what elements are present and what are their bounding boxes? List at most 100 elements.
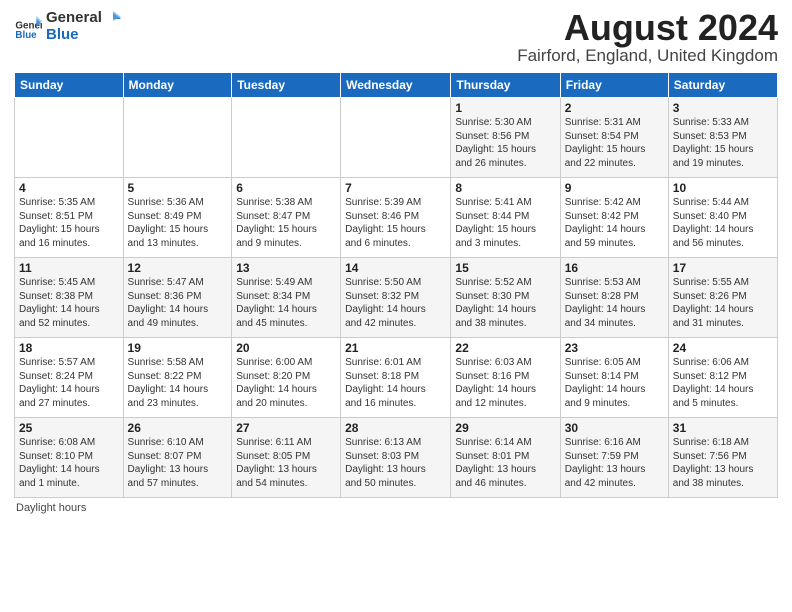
calendar-cell: 6Sunrise: 5:38 AM Sunset: 8:47 PM Daylig… [232, 178, 341, 258]
col-friday: Friday [560, 73, 668, 98]
day-info: Sunrise: 6:11 AM Sunset: 8:05 PM Dayligh… [236, 436, 336, 490]
calendar-body: 1Sunrise: 5:30 AM Sunset: 8:56 PM Daylig… [15, 98, 778, 498]
day-info: Sunrise: 6:18 AM Sunset: 7:56 PM Dayligh… [673, 436, 773, 490]
day-number: 13 [236, 261, 336, 275]
logo-icon: General Blue [14, 13, 42, 41]
calendar-cell: 23Sunrise: 6:05 AM Sunset: 8:14 PM Dayli… [560, 338, 668, 418]
day-number: 19 [128, 341, 228, 355]
logo-blue: Blue [46, 27, 121, 44]
calendar-week-row: 4Sunrise: 5:35 AM Sunset: 8:51 PM Daylig… [15, 178, 778, 258]
day-number: 2 [565, 101, 664, 115]
calendar-cell: 2Sunrise: 5:31 AM Sunset: 8:54 PM Daylig… [560, 98, 668, 178]
calendar-cell: 14Sunrise: 5:50 AM Sunset: 8:32 PM Dayli… [341, 258, 451, 338]
day-info: Sunrise: 5:52 AM Sunset: 8:30 PM Dayligh… [455, 276, 555, 330]
day-number: 30 [565, 421, 664, 435]
calendar-cell: 22Sunrise: 6:03 AM Sunset: 8:16 PM Dayli… [451, 338, 560, 418]
calendar-cell: 27Sunrise: 6:11 AM Sunset: 8:05 PM Dayli… [232, 418, 341, 498]
calendar-cell: 24Sunrise: 6:06 AM Sunset: 8:12 PM Dayli… [668, 338, 777, 418]
svg-text:Blue: Blue [15, 30, 37, 41]
day-info: Sunrise: 5:53 AM Sunset: 8:28 PM Dayligh… [565, 276, 664, 330]
day-info: Sunrise: 5:44 AM Sunset: 8:40 PM Dayligh… [673, 196, 773, 250]
day-number: 18 [19, 341, 119, 355]
day-number: 28 [345, 421, 446, 435]
day-info: Sunrise: 6:01 AM Sunset: 8:18 PM Dayligh… [345, 356, 446, 410]
calendar-cell: 5Sunrise: 5:36 AM Sunset: 8:49 PM Daylig… [123, 178, 232, 258]
col-thursday: Thursday [451, 73, 560, 98]
day-number: 23 [565, 341, 664, 355]
calendar-cell: 9Sunrise: 5:42 AM Sunset: 8:42 PM Daylig… [560, 178, 668, 258]
calendar-cell: 20Sunrise: 6:00 AM Sunset: 8:20 PM Dayli… [232, 338, 341, 418]
day-number: 16 [565, 261, 664, 275]
calendar-cell: 1Sunrise: 5:30 AM Sunset: 8:56 PM Daylig… [451, 98, 560, 178]
calendar-week-row: 11Sunrise: 5:45 AM Sunset: 8:38 PM Dayli… [15, 258, 778, 338]
day-number: 26 [128, 421, 228, 435]
calendar-cell: 8Sunrise: 5:41 AM Sunset: 8:44 PM Daylig… [451, 178, 560, 258]
calendar-cell: 4Sunrise: 5:35 AM Sunset: 8:51 PM Daylig… [15, 178, 124, 258]
day-info: Sunrise: 6:08 AM Sunset: 8:10 PM Dayligh… [19, 436, 119, 490]
calendar-cell: 16Sunrise: 5:53 AM Sunset: 8:28 PM Dayli… [560, 258, 668, 338]
day-info: Sunrise: 5:42 AM Sunset: 8:42 PM Dayligh… [565, 196, 664, 250]
day-number: 15 [455, 261, 555, 275]
day-info: Sunrise: 5:36 AM Sunset: 8:49 PM Dayligh… [128, 196, 228, 250]
page-title: August 2024 [517, 10, 778, 46]
day-info: Sunrise: 5:58 AM Sunset: 8:22 PM Dayligh… [128, 356, 228, 410]
calendar-cell: 19Sunrise: 5:58 AM Sunset: 8:22 PM Dayli… [123, 338, 232, 418]
day-number: 10 [673, 181, 773, 195]
day-number: 20 [236, 341, 336, 355]
calendar-cell [232, 98, 341, 178]
page-subtitle: Fairford, England, United Kingdom [517, 46, 778, 66]
calendar-cell: 12Sunrise: 5:47 AM Sunset: 8:36 PM Dayli… [123, 258, 232, 338]
col-tuesday: Tuesday [232, 73, 341, 98]
day-number: 27 [236, 421, 336, 435]
logo-bird-icon [103, 11, 121, 25]
logo-text-block: General Blue [46, 10, 121, 43]
day-info: Sunrise: 5:38 AM Sunset: 8:47 PM Dayligh… [236, 196, 336, 250]
day-info: Sunrise: 5:41 AM Sunset: 8:44 PM Dayligh… [455, 196, 555, 250]
calendar-cell: 25Sunrise: 6:08 AM Sunset: 8:10 PM Dayli… [15, 418, 124, 498]
col-saturday: Saturday [668, 73, 777, 98]
calendar-table: Sunday Monday Tuesday Wednesday Thursday… [14, 72, 778, 498]
day-number: 31 [673, 421, 773, 435]
day-number: 12 [128, 261, 228, 275]
day-info: Sunrise: 5:49 AM Sunset: 8:34 PM Dayligh… [236, 276, 336, 330]
calendar-cell: 15Sunrise: 5:52 AM Sunset: 8:30 PM Dayli… [451, 258, 560, 338]
header: General Blue General Blue August 2024 Fa… [14, 10, 778, 66]
calendar-cell: 7Sunrise: 5:39 AM Sunset: 8:46 PM Daylig… [341, 178, 451, 258]
day-number: 5 [128, 181, 228, 195]
day-info: Sunrise: 5:55 AM Sunset: 8:26 PM Dayligh… [673, 276, 773, 330]
day-info: Sunrise: 5:57 AM Sunset: 8:24 PM Dayligh… [19, 356, 119, 410]
day-info: Sunrise: 5:39 AM Sunset: 8:46 PM Dayligh… [345, 196, 446, 250]
day-info: Sunrise: 5:30 AM Sunset: 8:56 PM Dayligh… [455, 116, 555, 170]
day-number: 1 [455, 101, 555, 115]
footer-note: Daylight hours [14, 502, 778, 514]
day-info: Sunrise: 5:33 AM Sunset: 8:53 PM Dayligh… [673, 116, 773, 170]
calendar-cell: 11Sunrise: 5:45 AM Sunset: 8:38 PM Dayli… [15, 258, 124, 338]
daylight-hours-label: Daylight hours [16, 502, 86, 514]
day-number: 17 [673, 261, 773, 275]
calendar-cell [123, 98, 232, 178]
day-info: Sunrise: 5:47 AM Sunset: 8:36 PM Dayligh… [128, 276, 228, 330]
day-info: Sunrise: 6:13 AM Sunset: 8:03 PM Dayligh… [345, 436, 446, 490]
day-info: Sunrise: 6:06 AM Sunset: 8:12 PM Dayligh… [673, 356, 773, 410]
col-monday: Monday [123, 73, 232, 98]
calendar-cell [15, 98, 124, 178]
day-number: 24 [673, 341, 773, 355]
page-container: General Blue General Blue August 2024 Fa… [0, 0, 792, 520]
day-info: Sunrise: 5:31 AM Sunset: 8:54 PM Dayligh… [565, 116, 664, 170]
day-info: Sunrise: 5:35 AM Sunset: 8:51 PM Dayligh… [19, 196, 119, 250]
calendar-cell: 13Sunrise: 5:49 AM Sunset: 8:34 PM Dayli… [232, 258, 341, 338]
day-info: Sunrise: 6:16 AM Sunset: 7:59 PM Dayligh… [565, 436, 664, 490]
calendar-cell: 31Sunrise: 6:18 AM Sunset: 7:56 PM Dayli… [668, 418, 777, 498]
calendar-week-row: 18Sunrise: 5:57 AM Sunset: 8:24 PM Dayli… [15, 338, 778, 418]
calendar-cell: 30Sunrise: 6:16 AM Sunset: 7:59 PM Dayli… [560, 418, 668, 498]
title-block: August 2024 Fairford, England, United Ki… [517, 10, 778, 66]
calendar-cell: 17Sunrise: 5:55 AM Sunset: 8:26 PM Dayli… [668, 258, 777, 338]
day-number: 8 [455, 181, 555, 195]
day-number: 9 [565, 181, 664, 195]
day-info: Sunrise: 6:03 AM Sunset: 8:16 PM Dayligh… [455, 356, 555, 410]
logo: General Blue General Blue [14, 10, 121, 43]
day-info: Sunrise: 5:50 AM Sunset: 8:32 PM Dayligh… [345, 276, 446, 330]
day-number: 3 [673, 101, 773, 115]
day-info: Sunrise: 6:05 AM Sunset: 8:14 PM Dayligh… [565, 356, 664, 410]
calendar-cell: 3Sunrise: 5:33 AM Sunset: 8:53 PM Daylig… [668, 98, 777, 178]
